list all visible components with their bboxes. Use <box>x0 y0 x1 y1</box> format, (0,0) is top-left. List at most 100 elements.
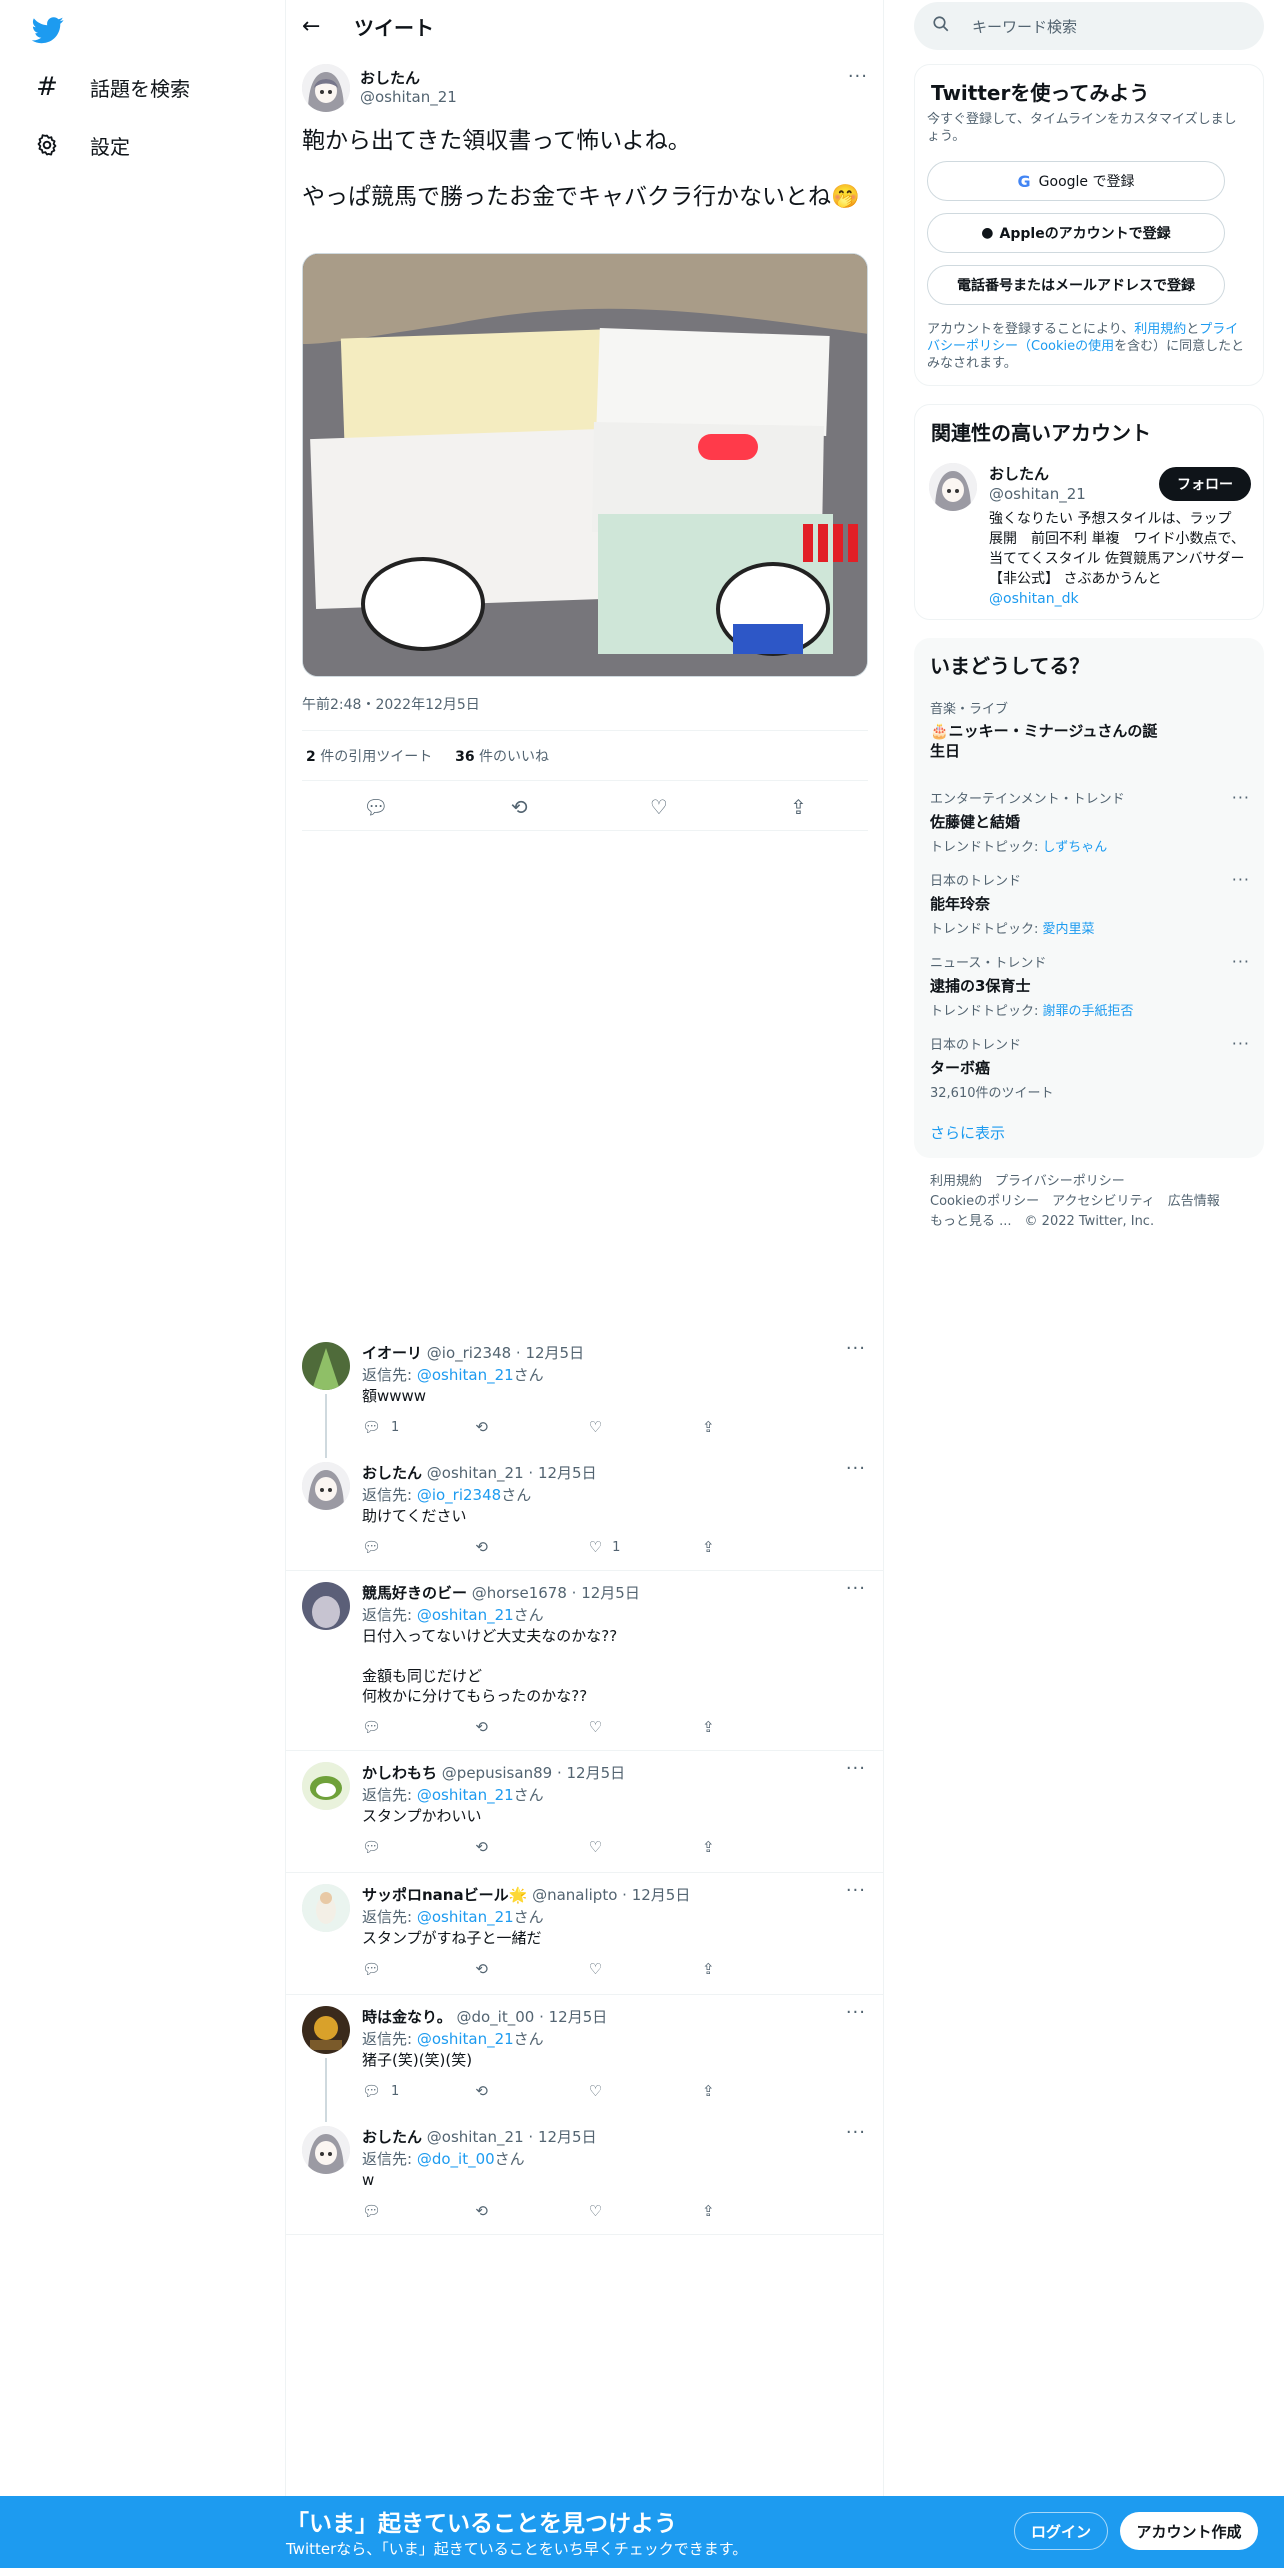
share-icon[interactable]: ⇪ <box>702 1960 792 1978</box>
trend-sub-link[interactable]: 謝罪の手紙拒否 <box>1043 1004 1134 1019</box>
more-options-icon[interactable]: ··· <box>846 1338 866 1359</box>
reply-icon[interactable]: 💬︎ <box>362 2202 452 2220</box>
search-input[interactable]: キーワード検索 <box>972 16 1077 37</box>
more-options-icon[interactable]: ··· <box>846 1758 866 1779</box>
author-handle[interactable]: @oshitan_21 <box>360 88 457 106</box>
share-icon[interactable]: ⇪ <box>702 1718 792 1736</box>
reply-to-handle[interactable]: @oshitan_21 <box>417 1908 514 1926</box>
like-icon[interactable]: ♡ 1 <box>589 1538 679 1556</box>
retweet-icon[interactable]: ⟲ <box>511 795 528 819</box>
footer-link[interactable]: Cookieのポリシー <box>930 1194 1039 1209</box>
like-count[interactable]: 36 <box>455 749 474 765</box>
reply-name[interactable]: 競馬好きのビー <box>362 1584 467 1602</box>
reply-icon[interactable]: 💬︎ <box>362 1838 452 1856</box>
trend-item[interactable]: 日本のトレンド 能年玲奈 トレンドトピック: 愛内里菜 ··· <box>930 870 1250 937</box>
twitter-logo-icon[interactable] <box>31 14 64 46</box>
more-options-icon[interactable]: ··· <box>846 2122 866 2143</box>
like-icon[interactable]: ♡ <box>589 2082 679 2100</box>
more-options-icon[interactable]: ··· <box>848 66 868 87</box>
avatar[interactable] <box>302 2006 350 2054</box>
like-icon[interactable]: ♡ <box>650 795 668 819</box>
reply-icon[interactable]: 💬︎ <box>363 795 388 819</box>
trend-sub-link[interactable]: しずちゃん <box>1043 840 1108 855</box>
reply-handle[interactable]: @pepusisan89 <box>442 1764 552 1782</box>
reply-date[interactable]: 12月5日 <box>538 2128 597 2146</box>
reply-tweet[interactable]: おしたん @oshitan_21 · 12月5日 ··· 返信先: @io_ri… <box>286 1458 884 1562</box>
retweet-icon[interactable]: ⟲ <box>475 1838 565 1856</box>
like-icon[interactable]: ♡ <box>589 1838 679 1856</box>
tweet-photo[interactable] <box>302 253 868 677</box>
quote-count[interactable]: 2 <box>306 749 316 765</box>
quote-label[interactable]: 件の引用ツイート <box>320 749 432 765</box>
avatar[interactable] <box>302 1762 350 1810</box>
reply-name[interactable]: 時は金なり。 <box>362 2008 452 2026</box>
reply-to-handle[interactable]: @io_ri2348 <box>417 1486 501 1504</box>
like-icon[interactable]: ♡ <box>589 1718 679 1736</box>
more-options-icon[interactable]: ··· <box>846 1578 866 1599</box>
retweet-icon[interactable]: ⟲ <box>475 1538 565 1556</box>
terms-link[interactable]: 利用規約 <box>1134 322 1186 337</box>
reply-handle[interactable]: @io_ri2348 <box>427 1344 511 1362</box>
reply-name[interactable]: サッポロnanaビール🌟 <box>362 1886 527 1904</box>
reply-tweet[interactable]: おしたん @oshitan_21 · 12月5日 ··· 返信先: @do_it… <box>286 2122 884 2226</box>
back-arrow-icon[interactable]: ← <box>302 14 332 39</box>
phone-signup-button[interactable]: 電話番号またはメールアドレスで登録 <box>927 265 1225 305</box>
retweet-icon[interactable]: ⟲ <box>475 2202 565 2220</box>
trend-item[interactable]: ニュース・トレンド 逮捕の3保育士 トレンドトピック: 謝罪の手紙拒否 ··· <box>930 952 1250 1019</box>
related-handle[interactable]: @oshitan_21 <box>989 485 1086 503</box>
like-icon[interactable]: ♡ <box>589 1960 679 1978</box>
retweet-icon[interactable]: ⟲ <box>475 1960 565 1978</box>
reply-tweet[interactable]: サッポロnanaビール🌟 @nanalipto · 12月5日 ··· 返信先:… <box>286 1880 884 1984</box>
trend-sub-link[interactable]: 愛内里菜 <box>1043 922 1095 937</box>
like-icon[interactable]: ♡ <box>589 1418 679 1436</box>
retweet-icon[interactable]: ⟲ <box>475 1418 565 1436</box>
more-options-icon[interactable]: ··· <box>1232 952 1250 971</box>
trend-item[interactable]: 音楽・ライブ 🎂ニッキー・ミナージュさんの誕生日 <box>930 698 1250 761</box>
reply-date[interactable]: 12月5日 <box>581 1584 640 1602</box>
footer-link[interactable]: 利用規約 <box>930 1174 982 1189</box>
more-options-icon[interactable]: ··· <box>1232 1034 1250 1053</box>
author-name[interactable]: おしたん <box>360 67 420 88</box>
avatar[interactable] <box>302 1582 350 1630</box>
more-options-icon[interactable]: ··· <box>1232 870 1250 889</box>
share-icon[interactable]: ⇪ <box>702 2082 792 2100</box>
reply-date[interactable]: 12月5日 <box>525 1344 584 1362</box>
reply-name[interactable]: おしたん <box>362 1464 422 1482</box>
reply-handle[interactable]: @nanalipto <box>532 1886 617 1904</box>
avatar[interactable] <box>302 1462 350 1510</box>
share-icon[interactable]: ⇪ <box>702 1538 792 1556</box>
reply-icon[interactable]: 💬︎ <box>362 1718 452 1736</box>
share-icon[interactable]: ⇪ <box>790 795 807 819</box>
reply-handle[interactable]: @do_it_00 <box>456 2008 534 2026</box>
tweet-timestamp[interactable]: 午前2:48・2022年12月5日 <box>302 694 480 714</box>
trend-item[interactable]: エンターテインメント・トレンド 佐藤健と結婚 トレンドトピック: しずちゃん ·… <box>930 788 1250 855</box>
nav-settings[interactable]: 設定 <box>32 125 130 165</box>
reply-name[interactable]: かしわもち <box>362 1764 437 1782</box>
footer-link[interactable]: プライバシーポリシー <box>995 1174 1125 1189</box>
reply-date[interactable]: 12月5日 <box>632 1886 691 1904</box>
avatar[interactable] <box>929 463 977 511</box>
reply-icon[interactable]: 💬︎ 1 <box>362 2082 452 2100</box>
reply-to-handle[interactable]: @oshitan_21 <box>417 1606 514 1624</box>
reply-icon[interactable]: 💬︎ <box>362 1538 452 1556</box>
reply-icon[interactable]: 💬︎ 1 <box>362 1418 452 1436</box>
reply-handle[interactable]: @horse1678 <box>472 1584 567 1602</box>
search-bar[interactable]: キーワード検索 <box>914 2 1264 50</box>
share-icon[interactable]: ⇪ <box>702 1838 792 1856</box>
more-options-icon[interactable]: ··· <box>846 1458 866 1479</box>
share-icon[interactable]: ⇪ <box>702 1418 792 1436</box>
reply-date[interactable]: 12月5日 <box>538 1464 597 1482</box>
like-label[interactable]: 件のいいね <box>479 749 549 765</box>
reply-name[interactable]: イオーリ <box>362 1344 422 1362</box>
reply-name[interactable]: おしたん <box>362 2128 422 2146</box>
related-bio-link[interactable]: @oshitan_dk <box>989 591 1079 607</box>
nav-explore[interactable]: # 話題を検索 <box>32 67 190 107</box>
reply-to-handle[interactable]: @do_it_00 <box>417 2150 495 2168</box>
reply-icon[interactable]: 💬︎ <box>362 1960 452 1978</box>
reply-to-handle[interactable]: @oshitan_21 <box>417 1786 514 1804</box>
apple-signup-button[interactable]: ● Appleのアカウントで登録 <box>927 213 1225 253</box>
more-options-icon[interactable]: ··· <box>846 1880 866 1901</box>
retweet-icon[interactable]: ⟲ <box>475 2082 565 2100</box>
share-icon[interactable]: ⇪ <box>702 2202 792 2220</box>
reply-date[interactable]: 12月5日 <box>549 2008 608 2026</box>
